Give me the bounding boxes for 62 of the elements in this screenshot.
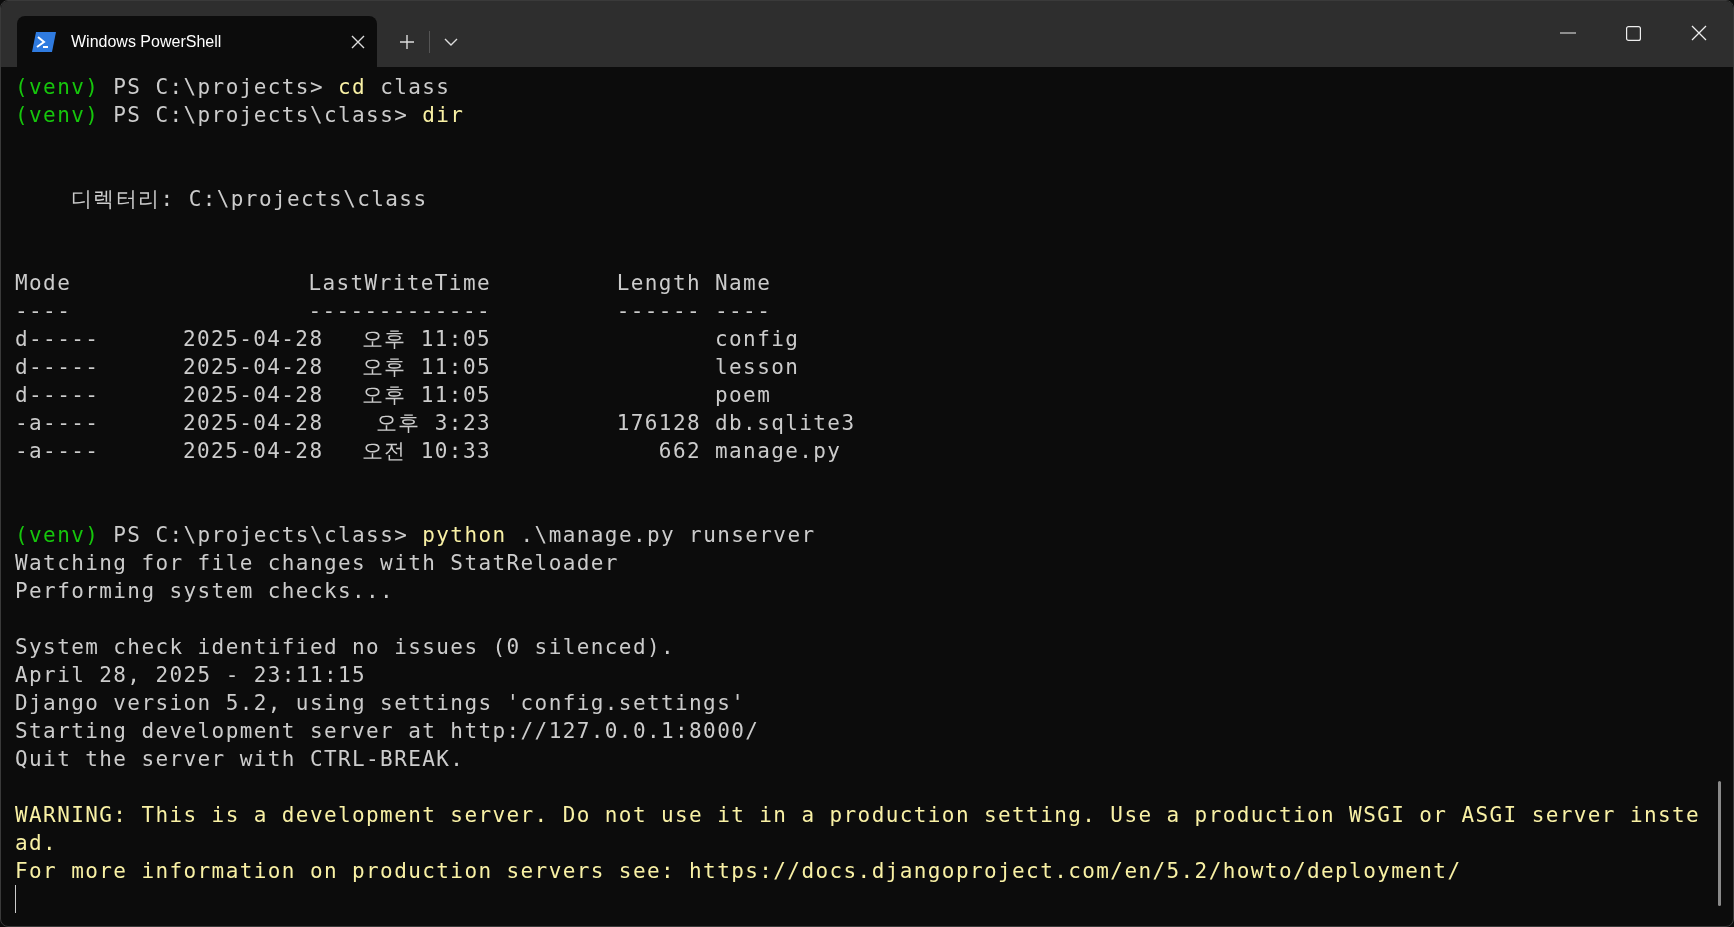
close-icon[interactable]: [351, 34, 365, 49]
output-line: Quit the server with CTRL-BREAK.: [15, 747, 465, 771]
env-label: (venv): [15, 75, 100, 99]
powershell-icon: [31, 30, 57, 53]
table-cell: 176128: [616, 411, 701, 435]
table-cell: manage.py: [715, 439, 842, 463]
column-header: Name: [715, 271, 772, 295]
output-line: Performing system checks...: [15, 579, 395, 603]
table-cell: 662: [658, 439, 701, 463]
prompt-path: PS C:\projects>: [113, 75, 324, 99]
table-cell: 오전 10:33: [361, 439, 491, 463]
tab[interactable]: Windows PowerShell: [17, 16, 377, 67]
column-rule: ----: [15, 299, 72, 323]
output-line: Django version 5.2, using settings 'config.settings': [15, 691, 746, 715]
maximize-icon[interactable]: [1626, 25, 1641, 41]
tab-title: Windows PowerShell: [71, 31, 223, 52]
column-rule: -------------: [308, 299, 491, 323]
table-cell: -a----: [15, 439, 100, 463]
table-cell: d-----: [15, 355, 100, 379]
output-line: System check identified no issues (0 silenced).: [15, 635, 676, 659]
table-cell: db.sqlite3: [715, 411, 856, 435]
column-header: Length: [616, 271, 701, 295]
text-cursor: [15, 885, 16, 913]
close-icon[interactable]: [1691, 25, 1707, 41]
env-label: (venv): [15, 523, 100, 547]
warning-line: WARNING: This is a development server. Do not use it in a production setting. Use a production WSGI or ASGI server inste: [15, 803, 1701, 827]
prompt-path: PS C:\projects\class>: [113, 103, 409, 127]
command-text: dir: [422, 103, 465, 127]
command-text: cd: [338, 75, 367, 99]
table-cell: 오후 11:05: [361, 327, 491, 351]
table-cell: 2025-04-28: [183, 411, 324, 435]
table-cell: lesson: [715, 355, 800, 379]
warning-line: ad.: [15, 831, 58, 855]
table-cell: 2025-04-28: [183, 327, 324, 351]
column-header: Mode: [15, 271, 72, 295]
column-rule: ----: [715, 299, 772, 323]
command-args: .\manage.py runserver: [520, 523, 816, 547]
directory-line: 디렉터리: C:\projects\class: [71, 187, 428, 211]
table-cell: -a----: [15, 411, 100, 435]
plus-icon[interactable]: [399, 33, 415, 50]
caret-icon[interactable]: [444, 37, 458, 46]
table-cell: d-----: [15, 327, 100, 351]
command-text: python: [422, 523, 507, 547]
output-line: Watching for file changes with StatReloader: [15, 551, 619, 575]
command-args: class: [380, 75, 451, 99]
table-cell: 오후 11:05: [361, 355, 491, 379]
output-line: Starting development server at http://127.0.0.1:8000/: [15, 719, 760, 743]
table-cell: 2025-04-28: [183, 355, 324, 379]
env-label: (venv): [15, 103, 100, 127]
table-cell: 오후 11:05: [361, 383, 491, 407]
table-cell: poem: [715, 383, 772, 407]
scrollbar-thumb[interactable]: [1718, 781, 1721, 906]
column-header: LastWriteTime: [308, 271, 491, 295]
warning-line: For more information on production servers see: https://docs.djangoproject.com/en/5.2/howto/deployment/: [15, 859, 1462, 883]
column-rule: ------: [616, 299, 701, 323]
table-cell: 2025-04-28: [183, 439, 324, 463]
table-cell: config: [715, 327, 800, 351]
output-line: April 28, 2025 - 23:11:15: [15, 663, 367, 687]
table-cell: d-----: [15, 383, 100, 407]
table-cell: 오후 3:23: [376, 411, 491, 435]
table-cell: 2025-04-28: [183, 383, 324, 407]
prompt-path: PS C:\projects\class>: [113, 523, 409, 547]
